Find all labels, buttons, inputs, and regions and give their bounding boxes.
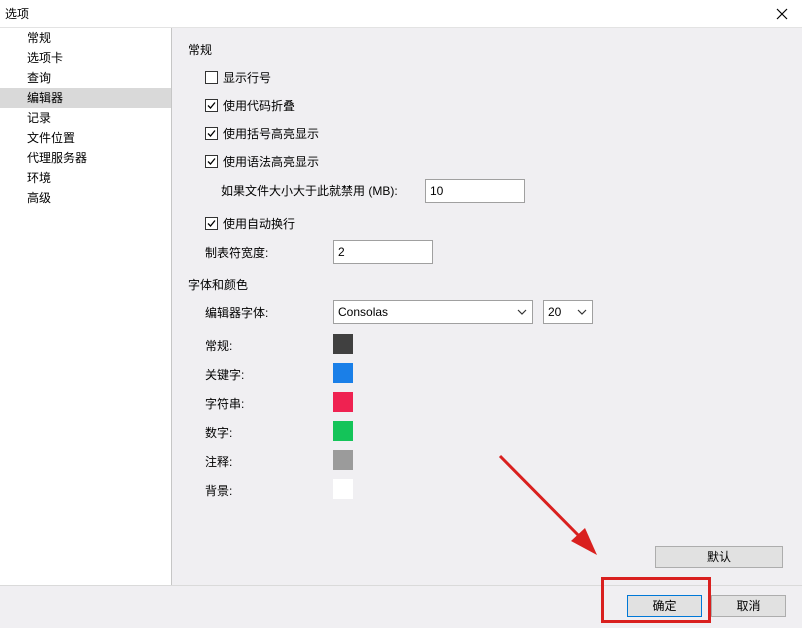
checkbox-box[interactable] [205,71,218,84]
checkmark-icon [207,130,216,137]
sidebar-item-environment[interactable]: 环境 [0,168,171,188]
color-label-keyword: 关键字: [205,368,245,382]
checkbox-label: 使用括号高亮显示 [223,127,320,141]
sidebar-item-general[interactable]: 常规 [0,28,171,48]
checkbox-label: 使用自动换行 [223,217,296,231]
sidebar-item-editor[interactable]: 编辑器 [0,88,171,108]
word-wrap-checkbox[interactable]: 使用自动换行 [205,215,295,232]
color-label-comment: 注释: [205,455,233,469]
close-button[interactable] [762,0,802,27]
show-line-numbers-checkbox[interactable]: 显示行号 [205,69,271,86]
checkbox-box[interactable] [205,155,218,168]
color-label-normal: 常规: [205,339,233,353]
sidebar-item-proxy[interactable]: 代理服务器 [0,148,171,168]
window-title: 选项 [5,7,30,21]
default-button[interactable]: 默认 [655,546,783,568]
color-swatch-keyword[interactable] [333,363,353,383]
tab-width-label: 制表符宽度: [205,246,269,260]
checkbox-box[interactable] [205,127,218,140]
disable-size-label: 如果文件大小大于此就禁用 (MB): [221,184,398,198]
color-swatch-comment[interactable] [333,450,353,470]
chevron-down-icon [517,309,527,315]
checkbox-label: 使用代码折叠 [223,99,296,113]
sidebar-item-file-location[interactable]: 文件位置 [0,128,171,148]
checkmark-icon [207,220,216,227]
color-swatch-normal[interactable] [333,334,353,354]
color-swatch-background[interactable] [333,479,353,499]
checkbox-label: 使用语法高亮显示 [223,155,320,169]
sidebar-item-query[interactable]: 查询 [0,68,171,88]
color-swatch-number[interactable] [333,421,353,441]
sidebar-item-advanced[interactable]: 高级 [0,188,171,208]
bracket-highlight-checkbox[interactable]: 使用括号高亮显示 [205,125,319,142]
font-colors-section-title: 字体和颜色 [188,278,249,292]
disable-size-input[interactable]: 10 [425,179,525,203]
editor-font-value: Consolas [338,305,389,319]
color-label-string: 字符串: [205,397,245,411]
sidebar-item-tabs[interactable]: 选项卡 [0,48,171,68]
color-label-number: 数字: [205,426,233,440]
general-section-title: 常规 [188,43,213,57]
chevron-down-icon [577,309,587,315]
syntax-highlight-checkbox[interactable]: 使用语法高亮显示 [205,153,319,170]
font-size-select[interactable]: 20 [543,300,593,324]
checkmark-icon [207,158,216,165]
checkmark-icon [207,102,216,109]
checkbox-label: 显示行号 [223,71,272,85]
options-sidebar: 常规 选项卡 查询 编辑器 记录 文件位置 代理服务器 环境 高级 [0,28,172,585]
checkbox-box[interactable] [205,217,218,230]
code-folding-checkbox[interactable]: 使用代码折叠 [205,97,295,114]
cancel-button[interactable]: 取消 [711,595,786,617]
color-label-background: 背景: [205,484,233,498]
ok-button-highlight [601,577,711,623]
close-icon [776,8,788,19]
title-bar: 选项 [0,0,802,28]
editor-settings-panel: 常规 显示行号 使用代码折叠 使用括号高亮显示 使用语法高亮显示 如果文件大小大… [172,28,802,585]
checkbox-box[interactable] [205,99,218,112]
color-swatch-string[interactable] [333,392,353,412]
editor-font-select[interactable]: Consolas [333,300,533,324]
sidebar-item-records[interactable]: 记录 [0,108,171,128]
font-size-value: 20 [548,305,562,319]
tab-width-input[interactable]: 2 [333,240,433,264]
editor-font-label: 编辑器字体: [205,306,269,320]
